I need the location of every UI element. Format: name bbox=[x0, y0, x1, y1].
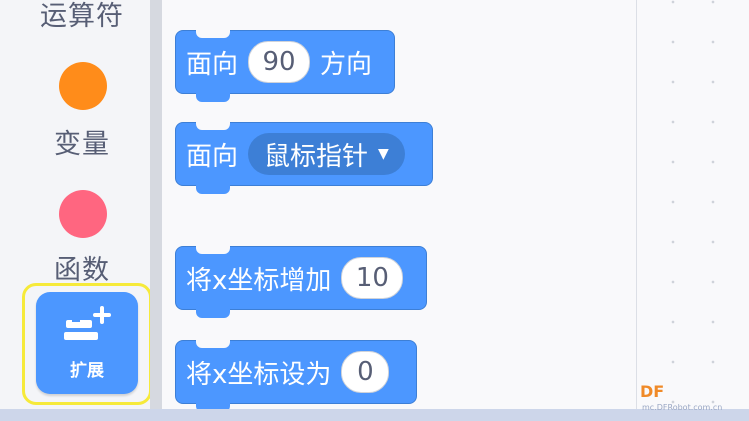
block-text: 将x坐标增加 bbox=[186, 265, 332, 296]
category-variables[interactable]: 变量 bbox=[12, 122, 152, 161]
block-text: 面向 bbox=[186, 141, 239, 172]
block-text: 将x坐标设为 bbox=[186, 359, 332, 390]
set-x-input[interactable]: 0 bbox=[341, 351, 390, 393]
watermark-url: mc.DFRobot.com.cn bbox=[642, 403, 723, 412]
chevron-down-icon: ▼ bbox=[378, 146, 389, 162]
block-point-towards[interactable]: 面向 鼠标指针 ▼ bbox=[175, 122, 433, 194]
change-x-input[interactable]: 10 bbox=[341, 257, 404, 299]
block-palette: 面向 90 方向 面向 鼠标指针 ▼ 将x坐标增加 10 将x坐标设为 0 bbox=[162, 0, 637, 412]
block-change-x[interactable]: 将x坐标增加 10 bbox=[175, 246, 427, 318]
block-set-x[interactable]: 将x坐标设为 0 bbox=[175, 340, 417, 412]
extension-button[interactable]: 扩展 bbox=[36, 292, 138, 394]
category-functions-dot[interactable] bbox=[59, 190, 107, 238]
target-dropdown[interactable]: 鼠标指针 ▼ bbox=[248, 133, 405, 175]
sidebar-divider bbox=[150, 0, 162, 410]
script-workspace[interactable] bbox=[637, 0, 749, 410]
dropdown-value: 鼠标指针 bbox=[264, 141, 369, 172]
add-extension-icon bbox=[64, 306, 111, 340]
direction-input[interactable]: 90 bbox=[248, 41, 311, 83]
category-operators[interactable]: 运算符 bbox=[12, 0, 152, 33]
category-functions[interactable]: 函数 bbox=[12, 248, 152, 287]
block-point-direction[interactable]: 面向 90 方向 bbox=[175, 30, 395, 102]
category-variables-dot[interactable] bbox=[59, 62, 107, 110]
category-sidebar: 运算符 变量 函数 扩展 bbox=[0, 0, 152, 410]
bottom-scrollbar[interactable] bbox=[0, 409, 749, 421]
block-text: 面向 bbox=[186, 49, 239, 80]
block-suffix: 方向 bbox=[320, 49, 373, 80]
watermark-logo: DF bbox=[640, 382, 665, 401]
extension-label: 扩展 bbox=[70, 361, 104, 381]
